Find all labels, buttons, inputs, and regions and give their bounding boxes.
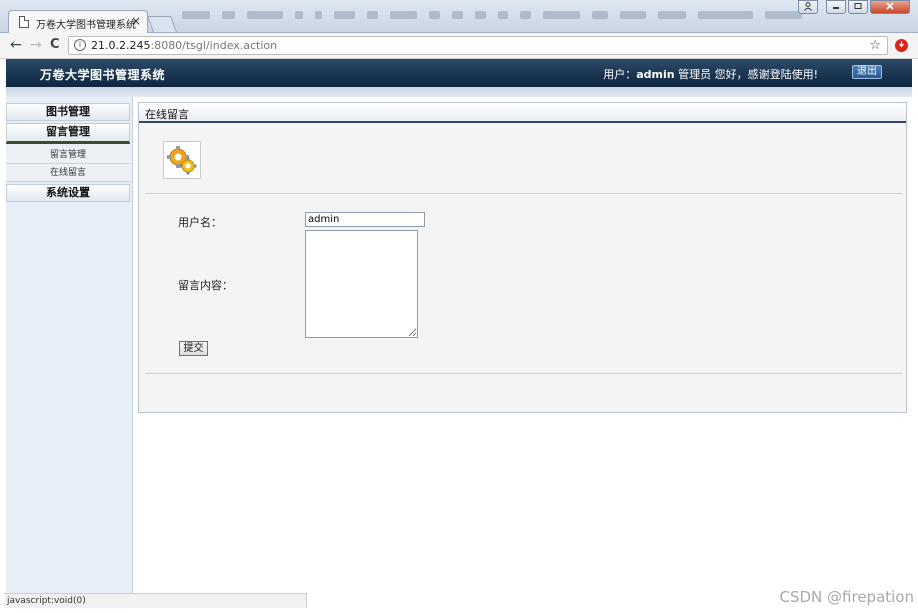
sidebar: 图书管理 留言管理 留言管理 在线留言 系统设置: [6, 97, 133, 593]
back-arrow-icon[interactable]: ←: [10, 37, 22, 53]
message-label: 留言内容：: [178, 279, 233, 292]
page-title: 在线留言: [145, 108, 189, 121]
user-suffix: 管理员 您好，感谢登陆使用!: [674, 68, 818, 81]
tab-close-icon[interactable]: ×: [131, 14, 141, 28]
watermark: CSDN @firepation: [779, 588, 915, 606]
user-icon: [804, 2, 812, 11]
restore-button[interactable]: [848, 0, 868, 14]
message-textarea[interactable]: [305, 230, 418, 338]
browser-tab-strip: 万卷大学图书管理系统 ×: [0, 0, 918, 34]
profile-button[interactable]: [798, 0, 818, 14]
minimize-button[interactable]: [826, 0, 846, 14]
divider: [145, 373, 902, 374]
forward-arrow-icon[interactable]: →: [30, 37, 42, 53]
url-path: :8080/tsgl/index.action: [150, 39, 278, 52]
app-title: 万卷大学图书管理系统: [40, 68, 166, 82]
username-input[interactable]: [305, 212, 425, 227]
info-icon[interactable]: i: [74, 39, 86, 51]
browser-tab[interactable]: 万卷大学图书管理系统 ×: [8, 10, 148, 34]
sidebar-menu-book-management[interactable]: 图书管理: [6, 103, 130, 121]
submit-button[interactable]: 提交: [179, 341, 208, 356]
address-bar[interactable]: i 21.0.2.245:8080/tsgl/index.action ☆: [68, 36, 888, 55]
user-prefix: 用户：: [603, 68, 637, 81]
main-panel: 在线留言 用户名： 留言内容： 提: [138, 102, 907, 413]
close-window-button[interactable]: [870, 0, 910, 14]
close-icon: [886, 2, 894, 10]
header-divider: [6, 87, 912, 97]
username-label: 用户名：: [178, 216, 222, 229]
logout-button[interactable]: 退出: [852, 65, 882, 79]
url-text: 21.0.2.245:8080/tsgl/index.action: [91, 39, 277, 52]
new-tab-button[interactable]: [147, 16, 177, 32]
sidebar-menu-message-management[interactable]: 留言管理: [6, 123, 130, 144]
sidebar-item-message-management[interactable]: 留言管理: [6, 146, 130, 164]
window-controls: [798, 0, 910, 14]
background-toolbar: [182, 6, 802, 24]
browser-tab-title: 万卷大学图书管理系统: [36, 20, 136, 31]
reload-icon[interactable]: C: [50, 37, 60, 52]
download-arrow-icon: [899, 41, 904, 48]
url-host: 21.0.2.245: [91, 39, 151, 52]
extension-icon[interactable]: [895, 39, 908, 52]
bookmark-star-icon[interactable]: ☆: [869, 38, 881, 53]
status-bar: javascript:void(0): [4, 593, 307, 608]
sidebar-item-online-message[interactable]: 在线留言: [6, 164, 130, 182]
panel-header: 在线留言: [139, 103, 906, 123]
user-greeting: 用户：admin 管理员 您好，感谢登陆使用!: [603, 66, 818, 82]
restore-icon: [854, 3, 862, 9]
user-name: admin: [636, 68, 675, 81]
sidebar-menu-system-settings[interactable]: 系统设置: [6, 184, 130, 202]
document-icon: [19, 16, 29, 28]
browser-toolbar: ← → C i 21.0.2.245:8080/tsgl/index.actio…: [0, 33, 918, 59]
minimize-icon: [833, 7, 839, 9]
divider: [145, 193, 902, 194]
app-header: 万卷大学图书管理系统 用户：admin 管理员 您好，感谢登陆使用! 退出: [6, 59, 912, 87]
settings-gears-icon: [163, 141, 201, 179]
